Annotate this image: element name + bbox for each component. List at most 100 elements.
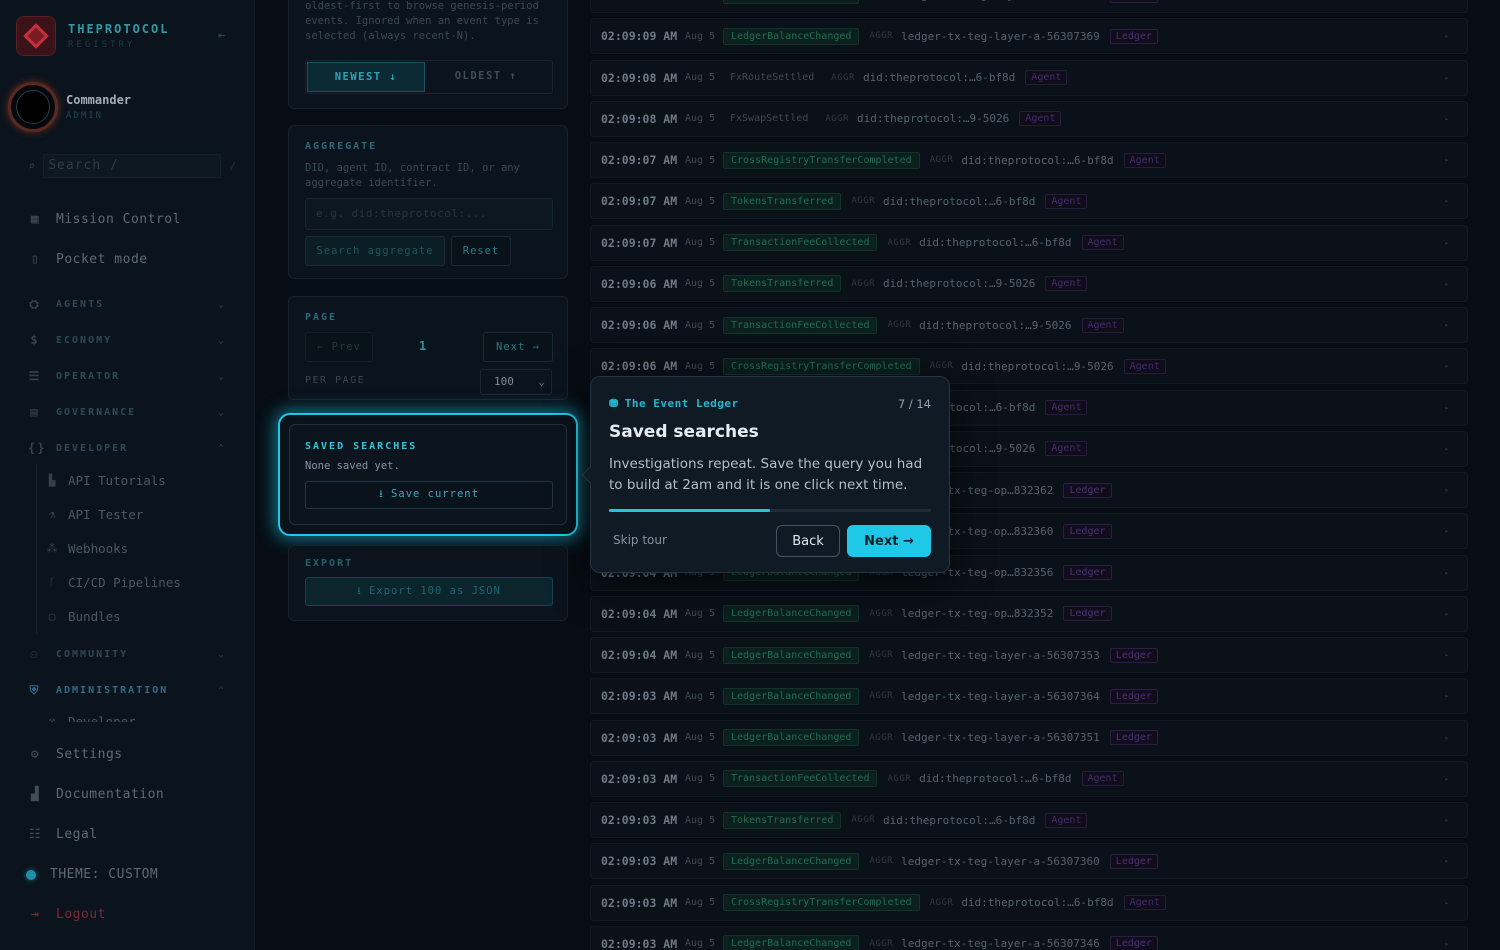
expand-caret-icon: ▸ — [1444, 692, 1449, 701]
search-icon: ⌕ — [28, 159, 36, 173]
chevron-down-icon: ⌄ — [217, 299, 226, 310]
search-aggregate-button[interactable]: Search aggregate — [305, 236, 445, 266]
event-row[interactable]: 02:09:03 AM Aug 5 TransactionFeeCollected A… — [590, 760, 1468, 797]
event-row[interactable]: 02:09:04 AM Aug 5 LedgerBalanceChanged AGGR… — [590, 637, 1468, 673]
event-tag: Agent — [1123, 895, 1166, 910]
nav-section-community[interactable]: ⚇ COMMUNITY ⌄ — [28, 647, 226, 661]
logout-button[interactable]: ⇥ Logout — [28, 907, 106, 922]
event-row[interactable]: 02:09:03 AM Aug 5 TokensTransferred AGGR did… — [590, 802, 1468, 838]
event-row[interactable]: 02:09:03 AM Aug 5 LedgerBalanceChanged AGGR… — [590, 678, 1468, 715]
user-profile[interactable]: Commander ADMIN — [8, 82, 131, 132]
event-row[interactable]: 02:09:07 AM Aug 5 CrossRegistryTransferCom… — [590, 142, 1468, 178]
nav-section-economy[interactable]: $ ECONOMY ⌄ — [28, 333, 226, 347]
event-row[interactable]: 02:09:09 AMAug 5LedgerBalanceChangedAGGR… — [590, 18, 1468, 55]
event-time: 02:09:03 AM — [601, 854, 678, 869]
nav-api-tutorials[interactable]: ▙ API Tutorials — [46, 473, 166, 488]
event-row[interactable]: 02:09:03 AM Aug 5 LedgerBalanceChanged AGGR… — [590, 925, 1468, 950]
reset-button[interactable]: Reset — [451, 236, 511, 266]
event-aggregate-id: did:theprotocol:…6-bf8d — [961, 896, 1114, 909]
nav-section-administration[interactable]: ⛨ ADMINISTRATION ⌃ — [28, 683, 226, 698]
brand[interactable]: THEPROTOCOL REGISTRY — [16, 16, 169, 56]
event-row[interactable]: 02:09:06 AM Aug 5 TransactionFeeCollected A… — [590, 307, 1468, 343]
server-icon: ☰ — [28, 369, 42, 383]
collapse-sidebar-icon[interactable]: ⇤ — [218, 28, 234, 42]
nav-bundles[interactable]: ▢ Bundles — [46, 609, 121, 624]
section-label: OPERATOR — [56, 370, 121, 382]
section-label: DEVELOPER — [56, 442, 129, 454]
sidebar: THEPROTOCOL REGISTRY ⇤ Commander ADMIN ⌕… — [0, 0, 255, 950]
event-row[interactable]: 02:09:07 AM Aug 5 TransactionFeeCollected A… — [590, 224, 1468, 261]
wrench-icon: ⚒ — [48, 714, 56, 722]
save-current-button[interactable]: ⭳ Save current — [305, 481, 553, 509]
event-time: 02:09:07 AM — [601, 194, 678, 209]
nav-admin-developer[interactable]: ⚒ Developer — [46, 714, 136, 722]
nav-documentation[interactable]: ▟ Documentation — [28, 787, 164, 802]
oldest-button[interactable]: OLDEST ↑ — [426, 61, 546, 91]
sidebar-search[interactable]: ⌕ Search / / — [28, 152, 236, 180]
tour-popover: ⛃ The Event Ledger 7 / 14 Saved searches… — [581, 376, 950, 573]
event-row[interactable]: 02:09:04 AM Aug 5 LedgerBalanceChanged AGGR… — [590, 595, 1468, 632]
tour-progress-fill — [609, 509, 770, 512]
theme-switcher[interactable]: THEME: CUSTOM — [26, 867, 158, 882]
event-date: Aug 5 — [685, 113, 716, 125]
aggregate-label: AGGREGATE — [305, 141, 378, 152]
chevron-down-icon: ⌄ — [217, 334, 226, 346]
nav-section-developer[interactable]: {} DEVELOPER ⌃ — [28, 441, 226, 455]
event-time: 02:09:03 AM — [601, 895, 678, 910]
nav-section-operator[interactable]: ☰ OPERATOR ⌄ — [28, 369, 226, 383]
aggregate-input[interactable]: e.g. did:theprotocol:... — [305, 198, 553, 230]
expand-caret-icon: ▸ — [1444, 857, 1449, 866]
event-aggregate-id: ledger-tx-teg-layer-a-56307353 — [901, 648, 1100, 662]
next-page-button[interactable]: Next → — [483, 332, 553, 362]
nav-section-governance[interactable]: ▤ GOVERNANCE ⌄ — [28, 405, 226, 419]
event-row[interactable]: 02:09:07 AM Aug 5 TokensTransferred AGGR did… — [590, 183, 1468, 220]
nav-section-agents[interactable]: ⛭ AGENTS ⌄ — [28, 297, 226, 312]
current-page: 1 — [419, 339, 427, 353]
tour-back-button[interactable]: Back — [776, 525, 840, 557]
event-type: LedgerBalanceChanged — [723, 646, 860, 664]
event-date: Aug 5 — [685, 0, 723, 1]
expand-caret-icon: ▸ — [1444, 362, 1449, 371]
export-json-button[interactable]: ⭳ Export 100 as JSON — [305, 577, 553, 606]
event-tag: Agent — [1081, 317, 1124, 333]
nav-cicd-pipelines[interactable]: ᚴ CI/CD Pipelines — [46, 575, 181, 590]
nav-legal[interactable]: ☷ Legal — [28, 827, 98, 842]
nav-settings[interactable]: ⚙ Settings — [28, 747, 123, 762]
expand-caret-icon: ▸ — [1444, 651, 1449, 659]
prev-page-button[interactable]: ← Prev — [305, 332, 373, 362]
event-row[interactable]: 02:09:03 AM Aug 5 LedgerBalanceChanged AGGR… — [590, 719, 1468, 756]
nav-mission-control[interactable]: ▦ Mission Control — [28, 212, 181, 227]
submenu-rail — [36, 464, 37, 634]
nav-webhooks[interactable]: ⁂ Webhooks — [46, 541, 129, 556]
chevron-down-icon: ⌄ — [217, 370, 226, 382]
building-icon: ▤ — [30, 405, 40, 419]
expand-caret-icon: ▸ — [1444, 403, 1449, 412]
aggr-label: AGGR — [869, 691, 894, 702]
event-tag: Ledger — [1109, 28, 1158, 44]
event-row[interactable]: 02:09:08 AM Aug 5 FxSwapSettled AGGR did:the… — [590, 100, 1468, 137]
search-input[interactable]: Search / — [43, 154, 222, 178]
section-label: ECONOMY — [56, 334, 113, 346]
skip-tour-button[interactable]: Skip tour — [613, 533, 667, 547]
event-type: TransactionFeeCollected — [723, 316, 878, 334]
event-row[interactable]: 02:09:03 AM Aug 5 LedgerBalanceChanged AGGR… — [590, 843, 1468, 880]
order-toggle: NEWEST ↓ OLDEST ↑ — [305, 60, 553, 94]
event-aggregate-id: did:theprotocol:…6-bf8d — [862, 71, 1016, 84]
expand-caret-icon: ▸ — [1444, 733, 1449, 742]
event-tag: Ledger — [1109, 688, 1158, 704]
expand-caret-icon: ▸ — [1444, 568, 1449, 577]
nav-pocket-mode[interactable]: ▯ Pocket mode — [28, 252, 148, 267]
nav-label: API Tutorials — [68, 473, 166, 488]
event-row[interactable]: 02:09:09 AMAug 5LedgerBalanceChangedAGGR… — [590, 0, 1468, 13]
event-row[interactable]: 02:09:03 AM Aug 5 CrossRegistryTransferCom… — [590, 884, 1468, 921]
event-time: 02:09:07 AM — [601, 153, 678, 167]
newest-button[interactable]: NEWEST ↓ — [307, 62, 425, 92]
event-date: Aug 5 — [685, 30, 716, 42]
per-page-select[interactable]: 100 ⌄ — [480, 369, 552, 395]
event-row[interactable]: 02:09:06 AM Aug 5 TokensTransferred AGGR did… — [590, 265, 1468, 302]
tour-next-button[interactable]: Next → — [847, 525, 931, 557]
event-row[interactable]: 02:09:08 AM Aug 5 FxRouteSettled AGGR did:th… — [590, 59, 1468, 96]
nav-api-tester[interactable]: ⚗ API Tester — [46, 507, 144, 522]
event-time: 02:09:07 AM — [601, 235, 678, 250]
branch-icon: ᚴ — [48, 576, 56, 589]
